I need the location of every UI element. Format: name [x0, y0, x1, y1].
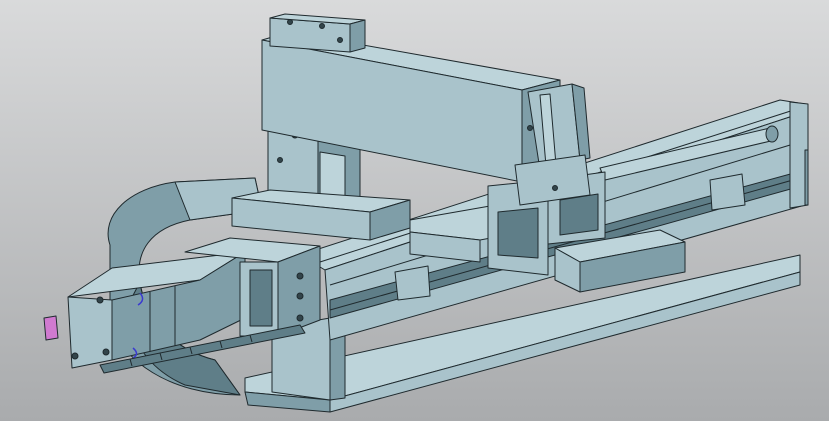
column-screw-3 — [277, 157, 283, 163]
connector-body — [43, 315, 59, 341]
motor-screw-1 — [96, 296, 104, 304]
motor-screw-2 — [102, 348, 110, 356]
carriage-window — [497, 207, 539, 259]
small-bracket-right — [709, 173, 746, 211]
coupling-side — [277, 245, 321, 337]
arm-screw-3 — [337, 37, 343, 43]
motor-connector[interactable] — [43, 315, 59, 341]
arm-top-block-side — [349, 19, 366, 53]
arm-screw-1 — [287, 19, 293, 25]
coupling-screw-1 — [296, 272, 304, 280]
rail-rod-end — [765, 125, 779, 143]
column-slot — [319, 151, 346, 201]
arm-screw-2 — [319, 23, 325, 29]
z-slide-screw-1 — [527, 125, 533, 131]
small-bracket-left — [394, 265, 431, 301]
end-cap-side — [804, 149, 809, 206]
end-cap[interactable] — [789, 101, 809, 209]
cad-3d-viewport[interactable] — [0, 0, 829, 421]
coupling-screw-2 — [296, 292, 304, 300]
carriage-plate-cut — [559, 193, 599, 236]
coupling-screw-3 — [296, 314, 304, 322]
assembly-model[interactable] — [0, 0, 829, 421]
motor-screw-3 — [71, 352, 79, 360]
coupling-window — [249, 269, 273, 327]
z-slide-screw-2 — [552, 185, 558, 191]
